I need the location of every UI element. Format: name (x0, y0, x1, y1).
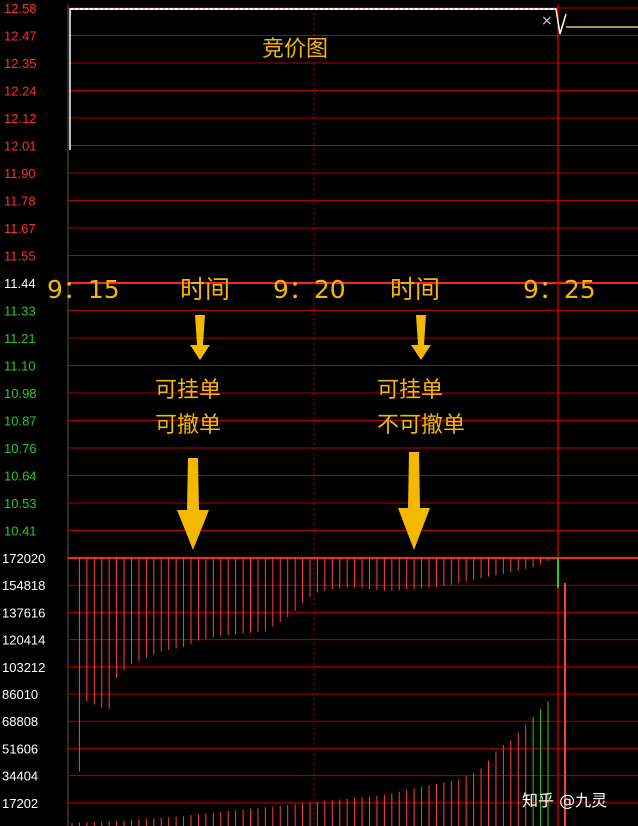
price-tick-label: 11.10 (4, 359, 36, 374)
price-tick-label: 10.53 (4, 496, 37, 511)
time-label-925: 9：25 (523, 275, 596, 304)
price-tick-label: 12.01 (4, 139, 37, 154)
chart-title: 竞价图 (262, 37, 328, 62)
volume-tick-label: 51606 (2, 741, 38, 756)
close-icon[interactable]: × (541, 13, 553, 29)
phase2-line2: 不可撤单 (377, 413, 465, 438)
volume-tick-label: 120414 (2, 633, 45, 648)
volume-tick-label: 17202 (2, 796, 38, 811)
watermark: 知乎 @九灵 (522, 791, 607, 810)
price-tick-label: 12.58 (4, 1, 37, 16)
price-tick-label: 10.41 (4, 524, 37, 539)
price-tick-label: 10.98 (4, 386, 37, 401)
time-word-1: 时间 (180, 275, 230, 304)
time-label-915: 9：15 (47, 275, 120, 304)
price-tick-label: 12.35 (4, 56, 37, 71)
phase1-line1: 可挂单 (155, 378, 221, 403)
auction-chart: 12.58 12.47 12.35 12.24 12.12 12.01 11.90 11.78… (0, 0, 638, 826)
price-tick-label: 12.24 (4, 84, 37, 99)
volume-tick-label: 68808 (2, 714, 38, 729)
price-tick-label: 11.67 (4, 221, 36, 236)
volume-tick-label: 154818 (2, 578, 45, 593)
price-tick-label: 11.90 (4, 166, 36, 181)
volume-tick-label: 86010 (2, 687, 38, 702)
price-tick-label: 12.47 (4, 29, 37, 44)
volume-tick-label: 103212 (2, 660, 45, 675)
price-tick-label: 11.55 (4, 249, 36, 264)
phase2-line1: 可挂单 (377, 378, 443, 403)
price-tick-label: 11.33 (4, 304, 36, 319)
price-tick-label: 10.64 (4, 469, 37, 484)
price-tick-label: 10.76 (4, 441, 37, 456)
price-tick-label: 11.78 (4, 194, 36, 209)
price-tick-label: 11.21 (4, 331, 36, 346)
price-tick-label: 11.44 (4, 276, 36, 291)
price-tick-label: 10.87 (4, 414, 37, 429)
phase1-line2: 可撤单 (155, 413, 221, 438)
volume-tick-label: 137616 (2, 605, 45, 620)
time-label-920: 9：20 (273, 275, 346, 304)
time-word-2: 时间 (390, 275, 440, 304)
volume-tick-label: 172020 (2, 551, 45, 566)
volume-tick-label: 34404 (2, 769, 38, 784)
price-tick-label: 12.12 (4, 111, 37, 126)
